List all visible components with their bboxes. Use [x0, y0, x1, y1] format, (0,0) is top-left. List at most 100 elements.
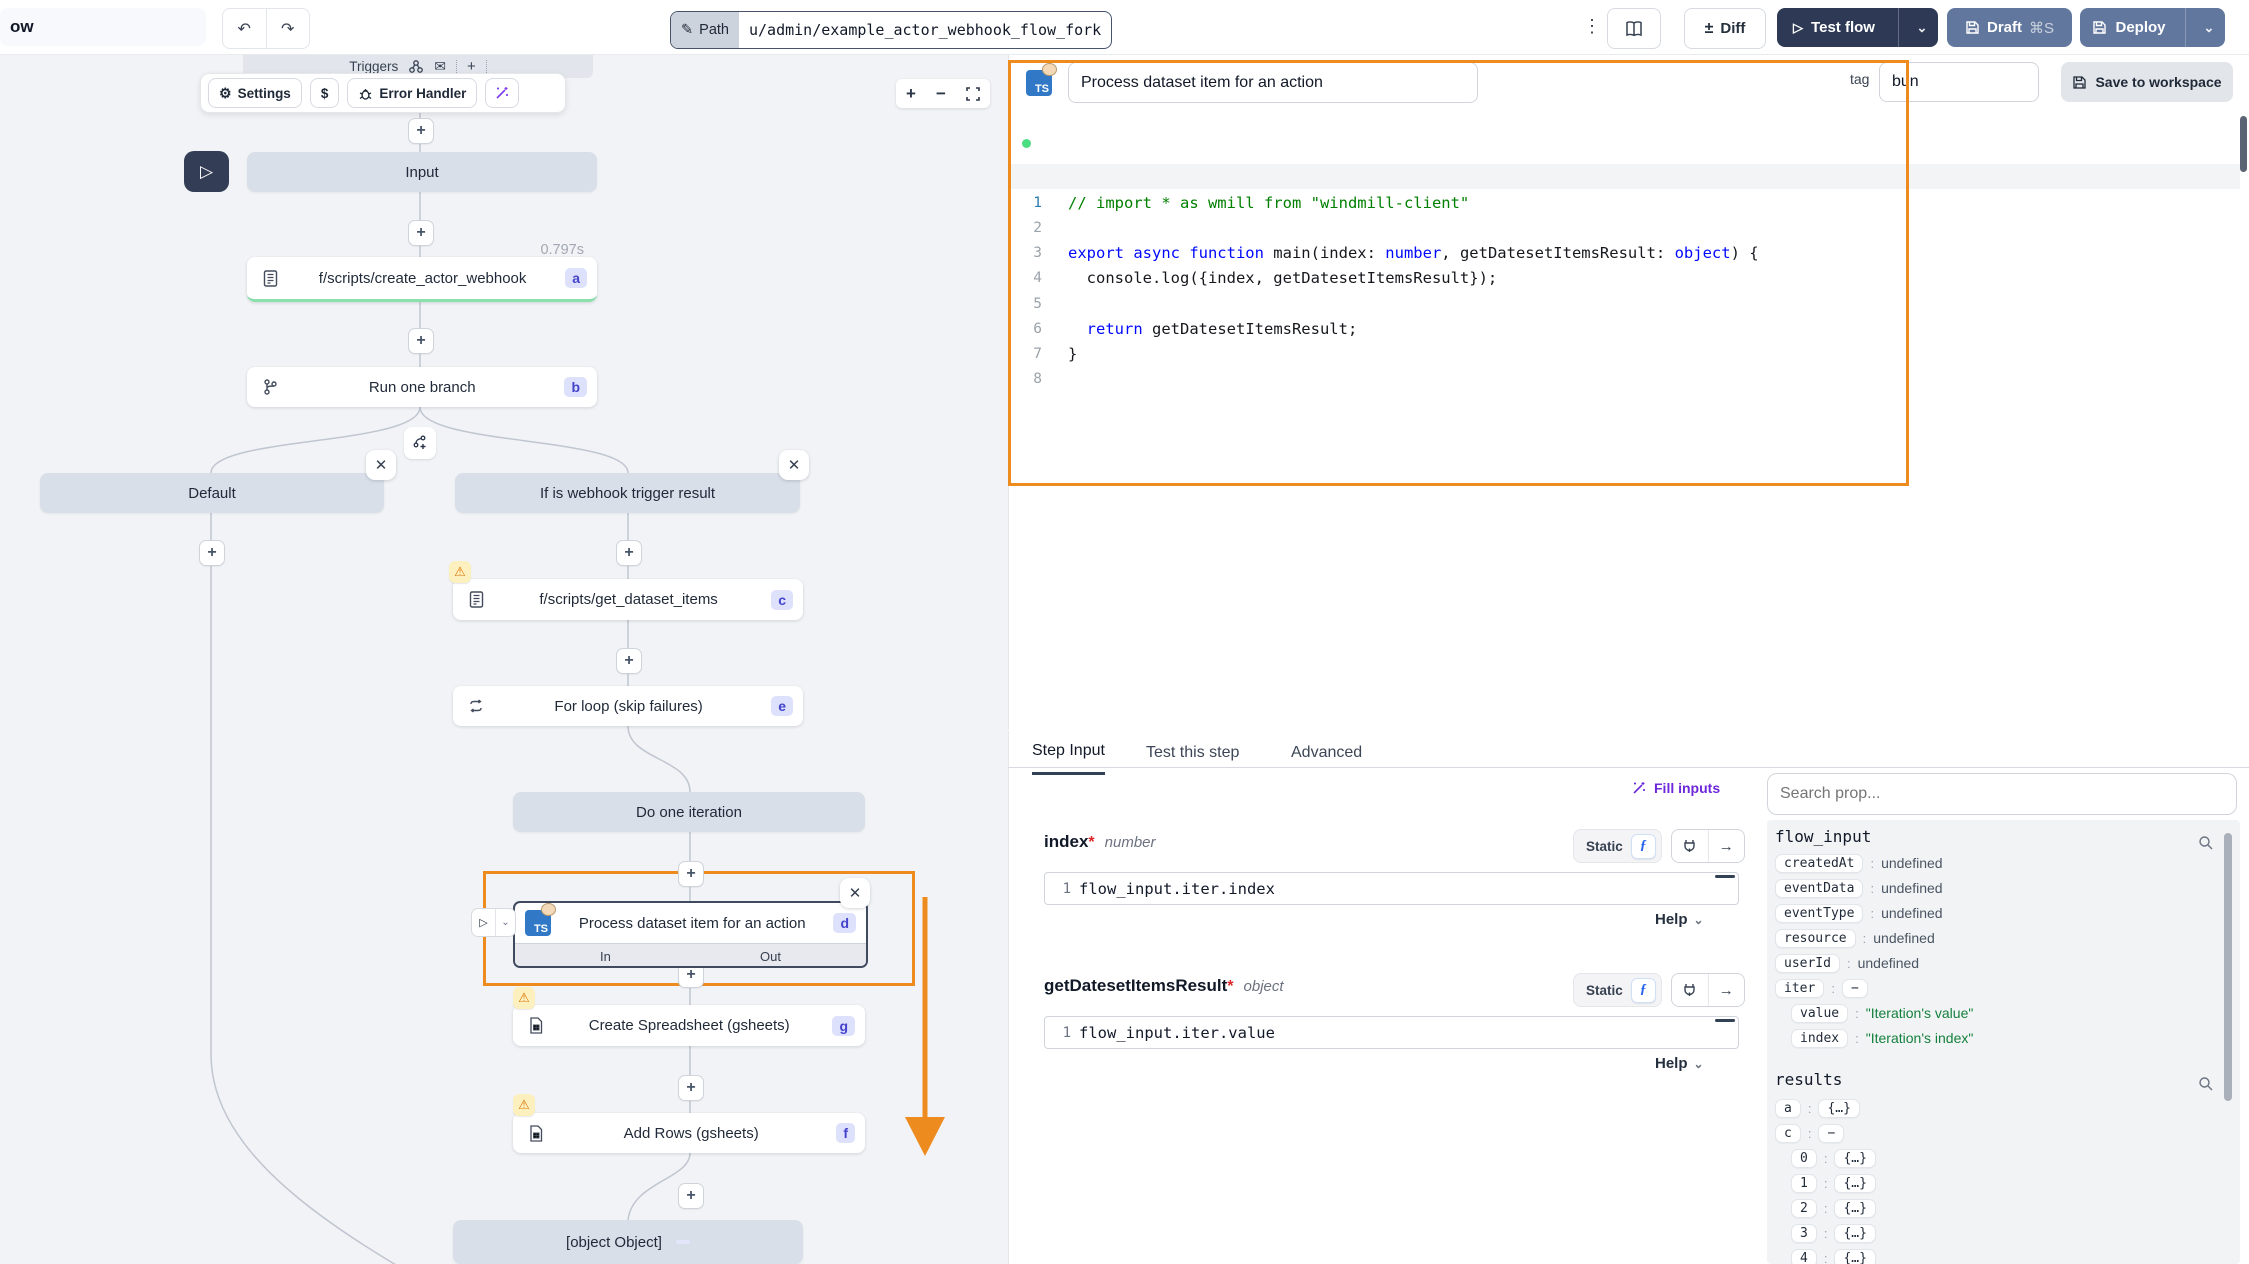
- prop-key-pill[interactable]: userId: [1775, 954, 1840, 973]
- delete-step-button[interactable]: ✕: [840, 878, 870, 908]
- expr-input-getdatesetitemsresult[interactable]: 1 flow_input.iter.value: [1044, 1016, 1739, 1049]
- prop-value[interactable]: −: [1842, 979, 1868, 998]
- prop-value[interactable]: {…}: [1818, 1099, 1859, 1118]
- node-branch-default[interactable]: Default: [40, 473, 384, 513]
- node-output-handle[interactable]: Out: [760, 949, 781, 964]
- expr-input-index[interactable]: 1 flow_input.iter.index: [1044, 872, 1739, 905]
- prop-row[interactable]: a:{…}: [1775, 1097, 1860, 1119]
- prop-value[interactable]: {…}: [1834, 1224, 1875, 1243]
- arrow-right-button[interactable]: →: [1709, 982, 1745, 999]
- static-mode-toggle[interactable]: Static ƒ: [1573, 829, 1662, 863]
- test-flow-button[interactable]: ▷ Test flow ⌄: [1777, 8, 1938, 47]
- search-icon[interactable]: [2198, 1076, 2214, 1092]
- step-title-input[interactable]: [1068, 62, 1478, 103]
- save-to-workspace-button[interactable]: Save to workspace: [2061, 62, 2233, 102]
- static-mode-toggle[interactable]: Static ƒ: [1573, 973, 1662, 1007]
- tab-step-input[interactable]: Step Input: [1032, 736, 1105, 775]
- node-for-loop[interactable]: For loop (skip failures) e: [453, 686, 803, 726]
- run-flow-node-button[interactable]: ▷: [184, 151, 229, 192]
- prop-key-pill[interactable]: 3: [1791, 1224, 1817, 1243]
- search-prop-input[interactable]: [1767, 773, 2237, 815]
- add-step-button[interactable]: +: [678, 1183, 704, 1209]
- prop-row[interactable]: 1:{…}: [1791, 1172, 1876, 1194]
- prop-value[interactable]: {…}: [1834, 1174, 1875, 1193]
- error-handler-button[interactable]: Error Handler: [347, 78, 477, 108]
- zoom-in-button[interactable]: +: [906, 84, 916, 104]
- flow-settings-button[interactable]: ⚙ Settings: [208, 78, 302, 108]
- run-step-dropdown[interactable]: ⌄: [496, 909, 515, 936]
- prop-value[interactable]: {…}: [1834, 1199, 1875, 1218]
- node-run-one-branch[interactable]: Run one branch b: [247, 367, 597, 407]
- results-header[interactable]: results: [1775, 1070, 1842, 1089]
- prop-row[interactable]: 2:{…}: [1791, 1197, 1876, 1219]
- node-input-handle[interactable]: In: [600, 949, 611, 964]
- add-step-button[interactable]: +: [408, 220, 434, 246]
- prop-row[interactable]: eventType:undefined: [1775, 902, 1943, 924]
- node-input[interactable]: Input: [247, 152, 597, 192]
- docs-button[interactable]: [1607, 8, 1661, 49]
- prop-key-pill[interactable]: 2: [1791, 1199, 1817, 1218]
- zoom-out-button[interactable]: −: [936, 84, 946, 104]
- prop-row[interactable]: iter:−: [1775, 977, 1868, 999]
- add-step-button[interactable]: +: [678, 1075, 704, 1101]
- prop-row[interactable]: value:"Iteration's value": [1791, 1002, 1973, 1024]
- node-collect-result[interactable]: [object Object]: [453, 1220, 803, 1264]
- prop-row[interactable]: eventData:undefined: [1775, 877, 1943, 899]
- path-field[interactable]: ✎ Path u/admin/example_actor_webhook_flo…: [670, 11, 1112, 49]
- add-branch-button[interactable]: [404, 427, 436, 459]
- flow-input-header[interactable]: flow_input: [1775, 827, 1871, 846]
- prop-key-pill[interactable]: 4: [1791, 1249, 1817, 1264]
- add-step-button[interactable]: +: [616, 540, 642, 566]
- prop-row[interactable]: index:"Iteration's index": [1791, 1027, 1973, 1049]
- plug-connect-button[interactable]: [1672, 974, 1709, 1006]
- node-get-dataset-items[interactable]: f/scripts/get_dataset_items c: [453, 579, 803, 620]
- prop-key-pill[interactable]: c: [1775, 1124, 1801, 1143]
- test-flow-dropdown[interactable]: ⌄: [1906, 19, 1938, 36]
- prop-key-pill[interactable]: 0: [1791, 1149, 1817, 1168]
- node-add-rows[interactable]: Add Rows (gsheets) f: [513, 1113, 865, 1153]
- prop-row[interactable]: 0:{…}: [1791, 1147, 1876, 1169]
- prop-row[interactable]: c:−: [1775, 1122, 1844, 1144]
- tab-test-this-step[interactable]: Test this step: [1146, 738, 1239, 768]
- add-step-button[interactable]: +: [408, 118, 434, 144]
- prop-key-pill[interactable]: 1: [1791, 1174, 1817, 1193]
- prop-value[interactable]: {…}: [1834, 1149, 1875, 1168]
- prop-value[interactable]: {…}: [1834, 1249, 1875, 1264]
- redo-button[interactable]: ↷: [267, 9, 310, 48]
- prop-key-pill[interactable]: resource: [1775, 929, 1856, 948]
- prop-key-pill[interactable]: eventType: [1775, 904, 1863, 923]
- help-toggle[interactable]: Help⌄: [1655, 1055, 1704, 1072]
- prop-row[interactable]: 4:{…}: [1791, 1247, 1876, 1264]
- plug-connect-button[interactable]: [1672, 830, 1709, 862]
- run-step-button[interactable]: ▷: [472, 909, 496, 936]
- editor-scrollbar[interactable]: [2240, 116, 2247, 172]
- arrow-right-button[interactable]: →: [1709, 838, 1745, 855]
- function-mode-icon[interactable]: ƒ: [1631, 978, 1656, 1003]
- prop-value[interactable]: −: [1818, 1124, 1844, 1143]
- flow-canvas[interactable]: Triggers ✉ + ⚙ Settings $ Error Handler: [0, 54, 1008, 1264]
- more-menu-button[interactable]: ⋮: [1583, 16, 1601, 37]
- fit-view-icon[interactable]: [966, 87, 980, 101]
- prop-key-pill[interactable]: a: [1775, 1099, 1801, 1118]
- add-step-button[interactable]: +: [199, 540, 225, 566]
- static-inputs-button[interactable]: $: [310, 78, 340, 108]
- prop-key-pill[interactable]: createdAt: [1775, 854, 1863, 873]
- delete-branch-button[interactable]: ✕: [366, 450, 396, 480]
- search-icon[interactable]: [2198, 835, 2214, 851]
- prop-row[interactable]: userId:undefined: [1775, 952, 1919, 974]
- delete-branch-button[interactable]: ✕: [779, 450, 809, 480]
- node-process-dataset-item[interactable]: TS Process dataset item for an action d …: [513, 901, 868, 968]
- tab-advanced[interactable]: Advanced: [1291, 738, 1362, 768]
- prop-key-pill[interactable]: eventData: [1775, 879, 1863, 898]
- prop-key-pill[interactable]: value: [1791, 1004, 1848, 1023]
- fill-inputs-button[interactable]: Fill inputs: [1631, 780, 1720, 796]
- add-trigger-icon[interactable]: +: [467, 58, 476, 75]
- help-toggle[interactable]: Help⌄: [1655, 911, 1704, 928]
- diff-button[interactable]: ± Diff: [1684, 8, 1766, 49]
- prop-key-pill[interactable]: index: [1791, 1029, 1848, 1048]
- node-create-actor-webhook[interactable]: f/scripts/create_actor_webhook a: [247, 257, 597, 302]
- prop-key-pill[interactable]: iter: [1775, 979, 1824, 998]
- prop-row[interactable]: 3:{…}: [1791, 1222, 1876, 1244]
- prop-row[interactable]: resource:undefined: [1775, 927, 1935, 949]
- function-mode-icon[interactable]: ƒ: [1631, 834, 1656, 859]
